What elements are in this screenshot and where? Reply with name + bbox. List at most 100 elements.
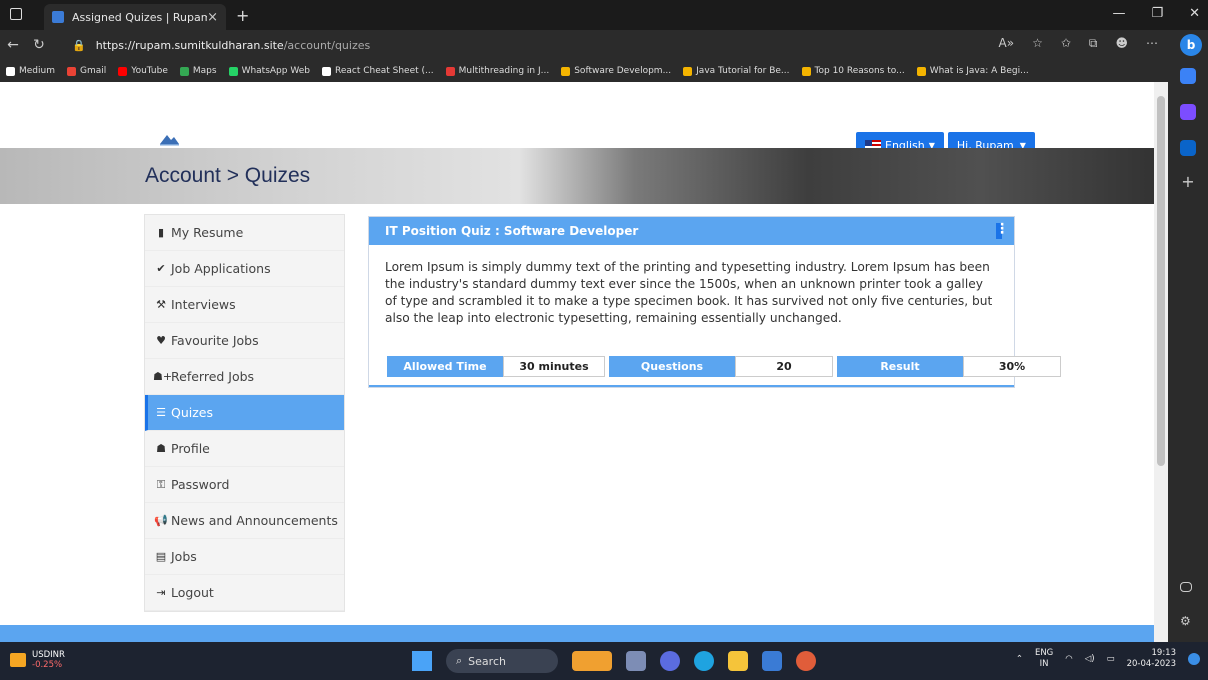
task-view-icon[interactable] <box>626 651 646 671</box>
start-button[interactable] <box>412 651 432 671</box>
input-language[interactable]: ENG IN <box>1035 648 1053 670</box>
tab-title: Assigned Quizes | Rupam <box>72 10 208 24</box>
close-window-icon[interactable]: ✕ <box>1189 6 1200 21</box>
bookmark-favicon-icon <box>801 66 811 76</box>
bookmark-label: Software Developm... <box>574 66 672 76</box>
add-icon[interactable]: + <box>1180 174 1196 190</box>
notification-icon[interactable] <box>1188 653 1200 665</box>
sidebar-item-news-and-announcements[interactable]: 📢 News and Announcements <box>145 503 344 539</box>
profile-avatar-icon[interactable]: ☻ <box>1115 36 1128 51</box>
close-tab-icon[interactable]: × <box>207 10 218 25</box>
check-icon: ✔ <box>156 262 166 275</box>
settings-gear-icon[interactable]: ⚙ <box>1180 614 1196 630</box>
collections-icon[interactable]: ⧉ <box>1089 36 1098 51</box>
sidebar-item-label: Logout <box>171 585 214 600</box>
quiz-description: Lorem Ipsum is simply dummy text of the … <box>385 260 993 325</box>
tab-actions-icon[interactable] <box>10 8 22 20</box>
bullhorn-icon: 📢 <box>154 514 168 527</box>
clock-date: 20-04-2023 <box>1126 659 1176 669</box>
site-header: English ▼ Hi, Rupam ▼ <box>0 82 1154 158</box>
logout-icon: ⇥ <box>156 586 166 599</box>
favorite-star-icon[interactable]: ☆ <box>1032 36 1043 51</box>
window-controls: — ❐ ✕ <box>1112 6 1200 21</box>
bing-chat-icon[interactable]: b <box>1180 34 1202 56</box>
bookmark-item[interactable]: Java Tutorial for Be... <box>683 66 790 76</box>
sidebar-item-label: Password <box>171 477 230 492</box>
taskbar-search[interactable]: ⌕ Search <box>446 649 558 673</box>
url-path: /account/quizes <box>283 38 371 52</box>
bookmark-item[interactable]: Software Developm... <box>561 66 671 76</box>
bookmark-favicon-icon <box>118 66 128 76</box>
bookmark-item[interactable]: Medium <box>6 66 55 76</box>
stock-chart-icon <box>10 653 26 667</box>
sidebar-item-referred-jobs[interactable]: ☗+ Referred Jobs <box>145 359 344 395</box>
browser-tab[interactable]: Assigned Quizes | Rupam × <box>44 4 226 30</box>
battery-icon[interactable]: ▭ <box>1107 654 1115 664</box>
copilot-icon[interactable] <box>1180 104 1196 120</box>
url-field[interactable]: 🔒 https://rupam.sumitkuldharan.site /acc… <box>72 39 370 52</box>
read-aloud-icon[interactable]: A» <box>999 36 1015 51</box>
site-logo[interactable] <box>158 132 180 146</box>
restore-icon[interactable]: ❐ <box>1151 6 1163 21</box>
page-scrollbar[interactable] <box>1154 82 1168 642</box>
widgets-icon[interactable] <box>572 651 612 671</box>
bookmark-label: Medium <box>19 66 55 76</box>
wifi-icon[interactable]: ◠ <box>1065 654 1072 664</box>
sidebar-item-label: Profile <box>171 441 210 456</box>
volume-icon[interactable]: ◁) <box>1085 654 1095 664</box>
stock-widget[interactable]: USDINR -0.25% <box>10 650 65 670</box>
more-options-icon[interactable]: ⋯ <box>1146 36 1158 51</box>
quiz-title: IT Position Quiz : Software Developer <box>385 224 639 238</box>
sidebar-item-label: Referred Jobs <box>171 369 255 384</box>
sidebar-toggle-icon[interactable] <box>1180 582 1192 592</box>
sidebar-item-interviews[interactable]: ⚒ Interviews <box>145 287 344 323</box>
chrome-icon[interactable] <box>796 651 816 671</box>
store-icon[interactable] <box>762 651 782 671</box>
scrollbar-thumb[interactable] <box>1157 96 1165 466</box>
sidebar-item-password[interactable]: ⚿ Password <box>145 467 344 503</box>
bookmark-favicon-icon <box>445 66 455 76</box>
bookmark-label: What is Java: A Begi... <box>929 66 1029 76</box>
lock-icon: 🔒 <box>72 38 86 52</box>
bookmark-item[interactable]: Top 10 Reasons to... <box>801 66 905 76</box>
new-tab-button[interactable]: + <box>236 6 249 25</box>
file-icon: ▮ <box>157 226 165 239</box>
minimize-icon[interactable]: — <box>1112 6 1125 21</box>
back-icon[interactable]: ← <box>0 37 26 53</box>
sidebar-item-my-resume[interactable]: ▮ My Resume <box>145 215 344 251</box>
bookmark-item[interactable]: Gmail <box>67 66 106 76</box>
bookmark-item[interactable]: React Cheat Sheet (... <box>321 66 434 76</box>
bookmark-item[interactable]: Multithreading in J... <box>445 66 549 76</box>
search-icon: ⌕ <box>456 654 463 667</box>
page-viewport: English ▼ Hi, Rupam ▼ Account > Quizes ▮… <box>0 82 1168 642</box>
browser-toolbar-icons: A» ☆ ✩ ⧉ ☻ ⋯ <box>999 36 1158 51</box>
kebab-menu-icon[interactable] <box>995 221 1009 239</box>
quiz-stat-label: Allowed Time <box>387 356 503 377</box>
edge-browser-icon[interactable] <box>694 651 714 671</box>
sidebar-item-favourite-jobs[interactable]: ♥ Favourite Jobs <box>145 323 344 359</box>
quiz-stat-value: 30 minutes <box>503 356 605 377</box>
outlook-icon[interactable] <box>1180 140 1196 156</box>
sidebar-item-quizes[interactable]: ☰ Quizes <box>145 395 344 431</box>
sidebar-item-job-applications[interactable]: ✔ Job Applications <box>145 251 344 287</box>
bookmark-item[interactable]: YouTube <box>118 66 168 76</box>
sidebar-item-jobs[interactable]: ▤ Jobs <box>145 539 344 575</box>
teams-chat-icon[interactable] <box>660 651 680 671</box>
sidebar-item-label: Favourite Jobs <box>171 333 259 348</box>
chevron-up-icon[interactable]: ⌃ <box>1016 654 1023 664</box>
clock[interactable]: 19:13 20-04-2023 <box>1127 648 1176 670</box>
bookmark-favicon-icon <box>683 66 693 76</box>
bookmark-item[interactable]: WhatsApp Web <box>228 66 310 76</box>
bookmark-item[interactable]: Maps <box>179 66 217 76</box>
list-icon: ☰ <box>156 406 166 419</box>
address-bar: ← ↻ 🔒 https://rupam.sumitkuldharan.site … <box>0 30 1208 60</box>
bookmark-label: Java Tutorial for Be... <box>696 66 790 76</box>
refresh-icon[interactable]: ↻ <box>26 37 52 53</box>
bookmark-favicon-icon <box>179 66 189 76</box>
bookmark-item[interactable]: What is Java: A Begi... <box>916 66 1029 76</box>
sidebar-item-logout[interactable]: ⇥ Logout <box>145 575 344 611</box>
favorites-icon[interactable]: ✩ <box>1061 36 1071 51</box>
sidebar-item-profile[interactable]: ☗ Profile <box>145 431 344 467</box>
file-explorer-icon[interactable] <box>728 651 748 671</box>
search-icon[interactable] <box>1180 68 1196 84</box>
